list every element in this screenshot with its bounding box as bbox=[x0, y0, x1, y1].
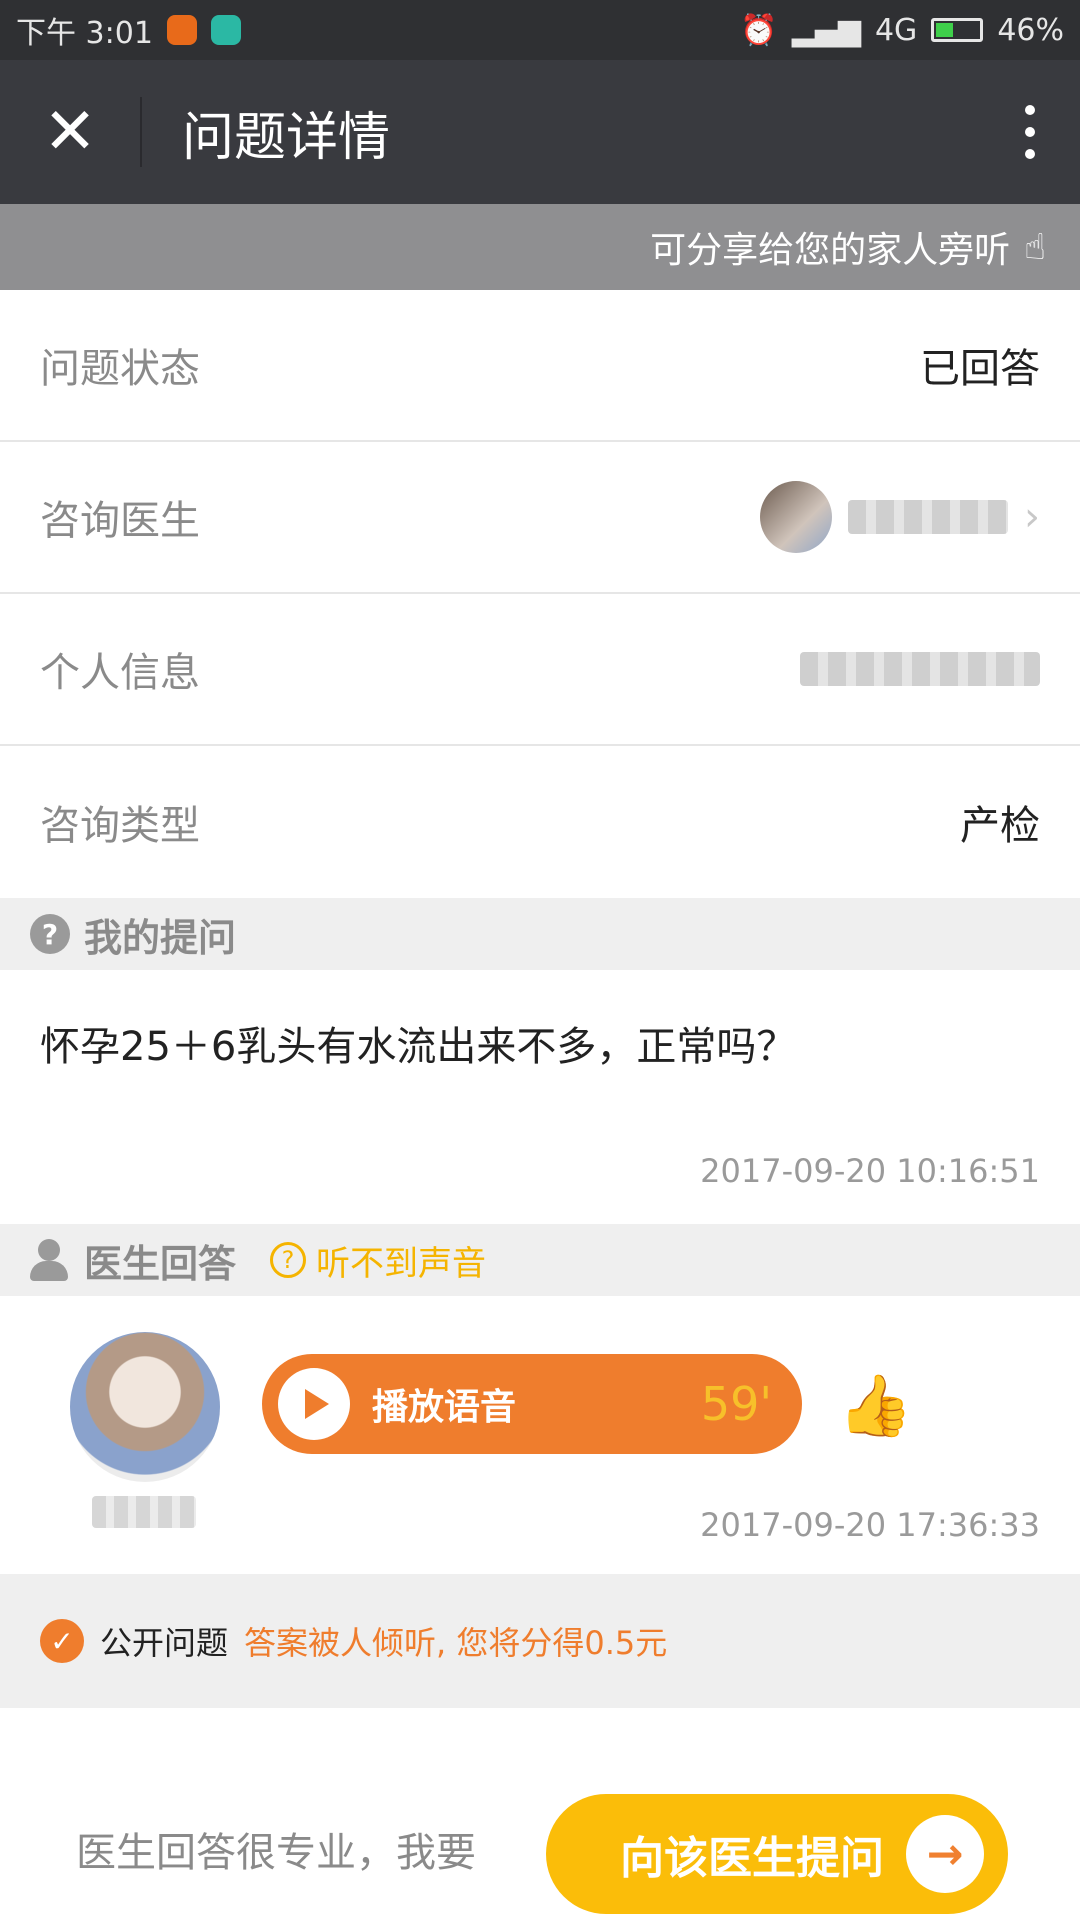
more-dot bbox=[1025, 149, 1035, 159]
answer-timestamp: 2017-09-20 17:36:33 bbox=[700, 1506, 1040, 1544]
doctor-label: 咨询医生 bbox=[40, 498, 200, 544]
doctor-avatar bbox=[760, 481, 832, 553]
home-app-icon bbox=[210, 15, 241, 45]
info-row-doctor[interactable]: 咨询医生 › bbox=[0, 442, 1080, 594]
battery-fill bbox=[936, 23, 954, 37]
play-voice-button[interactable]: 播放语音 59' bbox=[262, 1354, 802, 1454]
question-text: 怀孕25＋6乳头有水流出来不多，正常吗？ bbox=[40, 1024, 797, 1070]
answer-doctor-name-blurred bbox=[92, 1496, 196, 1528]
play-voice-label: 播放语音 bbox=[372, 1387, 517, 1428]
doctor-answer-header: 医生回答 ? 听不到声音 bbox=[0, 1224, 1080, 1296]
personal-label: 个人信息 bbox=[40, 650, 200, 696]
alarm-icon: ⏰ bbox=[740, 12, 778, 48]
my-question-title: 我的提问 bbox=[84, 915, 237, 960]
more-dot bbox=[1025, 127, 1035, 137]
play-icon bbox=[278, 1368, 350, 1440]
doctor-value: › bbox=[760, 481, 1040, 553]
type-label: 咨询类型 bbox=[40, 803, 200, 849]
doctor-icon-head bbox=[38, 1239, 60, 1261]
info-row-personal: 个人信息 bbox=[0, 594, 1080, 746]
share-banner[interactable]: 可分享给您的家人旁听 ☝ bbox=[0, 204, 1080, 290]
cannot-hear-link[interactable]: ? 听不到声音 bbox=[270, 1236, 486, 1285]
help-icon: ? bbox=[270, 1242, 307, 1278]
check-icon: ✓ bbox=[40, 1619, 84, 1663]
cannot-hear-label: 听不到声音 bbox=[316, 1243, 487, 1284]
battery-icon bbox=[931, 18, 984, 42]
status-time: 下午 3:01 bbox=[16, 16, 153, 51]
more-button[interactable] bbox=[980, 60, 1080, 204]
public-question-bar[interactable]: ✓ 公开问题 答案被人倾听, 您将分得0.5元 bbox=[0, 1574, 1080, 1708]
doctor-icon bbox=[30, 1239, 70, 1281]
chevron-right-icon: › bbox=[1024, 494, 1040, 540]
app-notification-icon bbox=[166, 15, 197, 45]
bottom-prompt: 医生回答很专业，我要 bbox=[76, 1830, 476, 1876]
ask-doctor-button[interactable]: 向该医生提问 → bbox=[546, 1794, 1008, 1914]
page-title: 问题详情 bbox=[182, 107, 391, 168]
bottom-area: 医生回答很专业，我要 向该医生提问 → bbox=[0, 1708, 1080, 1928]
status-right: ⏰ ▂▄▆ 4G 46% bbox=[740, 13, 1064, 48]
nav-divider bbox=[140, 97, 142, 167]
ask-doctor-label: 向该医生提问 bbox=[620, 1833, 884, 1884]
type-value: 产检 bbox=[960, 803, 1040, 849]
doctor-answer-title: 医生回答 bbox=[84, 1241, 237, 1286]
more-vertical-icon bbox=[1025, 105, 1035, 115]
answer-doctor-avatar[interactable] bbox=[70, 1332, 220, 1482]
status-left: 下午 3:01 bbox=[16, 8, 241, 52]
close-button[interactable]: ✕ bbox=[0, 60, 140, 204]
voice-duration: 59' bbox=[700, 1377, 772, 1431]
status-bar: 下午 3:01 ⏰ ▂▄▆ 4G 46% bbox=[0, 0, 1080, 60]
personal-value bbox=[800, 652, 1040, 686]
arrow-right-icon: → bbox=[906, 1815, 984, 1893]
battery-percent: 46% bbox=[997, 12, 1064, 48]
doctor-name-blurred bbox=[848, 500, 1008, 534]
info-row-type: 咨询类型 产检 bbox=[0, 746, 1080, 898]
public-question-note: 答案被人倾听, 您将分得0.5元 bbox=[244, 1624, 668, 1662]
question-timestamp: 2017-09-20 10:16:51 bbox=[700, 1152, 1040, 1190]
play-triangle bbox=[305, 1389, 329, 1419]
question-content: 怀孕25＋6乳头有水流出来不多，正常吗？ 2017-09-20 10:16:51 bbox=[0, 970, 1080, 1224]
close-icon: ✕ bbox=[43, 95, 97, 169]
doctor-icon-body bbox=[30, 1261, 68, 1281]
answer-content: 播放语音 59' 👍 2017-09-20 17:36:33 bbox=[0, 1296, 1080, 1574]
signal-icon: ▂▄▆ bbox=[791, 12, 861, 48]
hand-pointer-icon: ☝ bbox=[1024, 226, 1046, 268]
question-mark-icon: ? bbox=[30, 914, 70, 954]
thumbs-up-icon[interactable]: 👍 bbox=[838, 1370, 913, 1441]
status-label: 问题状态 bbox=[40, 346, 200, 392]
public-question-label: 公开问题 bbox=[100, 1624, 229, 1662]
navigation-bar: ✕ 问题详情 bbox=[0, 60, 1080, 204]
status-value: 已回答 bbox=[920, 346, 1040, 392]
network-type: 4G bbox=[874, 12, 918, 48]
share-text: 可分享给您的家人旁听 bbox=[650, 230, 1011, 271]
info-row-status: 问题状态 已回答 bbox=[0, 290, 1080, 442]
personal-info-blurred bbox=[800, 652, 1040, 686]
my-question-header: ? 我的提问 bbox=[0, 898, 1080, 970]
